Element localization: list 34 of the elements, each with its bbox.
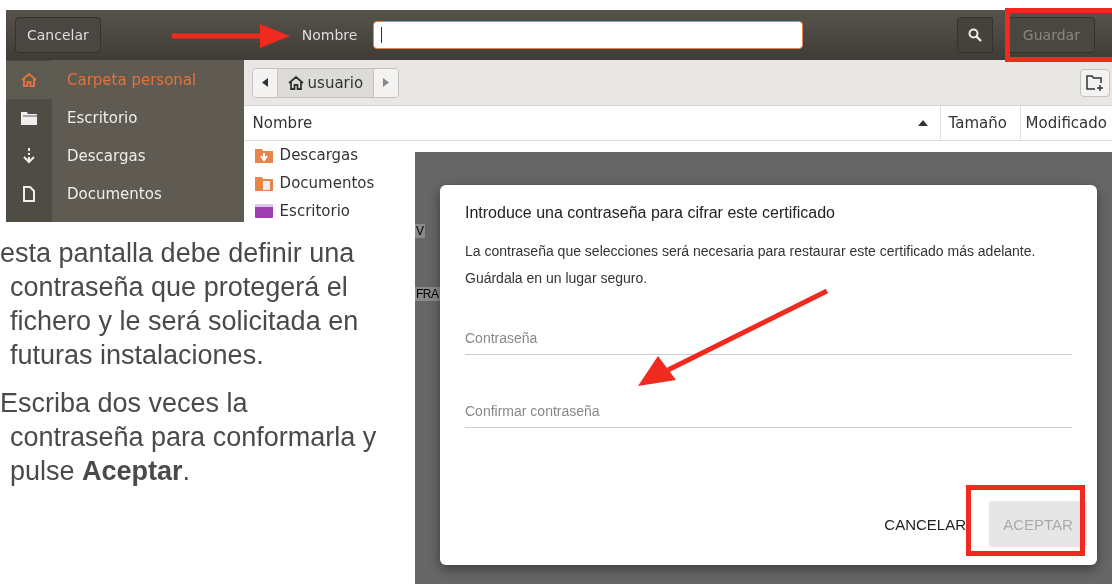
search-button[interactable] (957, 17, 994, 53)
forward-button[interactable] (374, 68, 399, 97)
dialog-title: Introduce una contraseña para cifrar este certificado (465, 204, 836, 222)
cancel-button[interactable]: Cancelar (15, 17, 101, 53)
name-label: Nombre (301, 27, 358, 43)
desktop-folder-icon (254, 203, 273, 219)
sidebar-item[interactable]: Descargas (6, 137, 244, 175)
sidebar-item[interactable]: Escritorio (6, 99, 244, 137)
new-folder-button[interactable] (1080, 68, 1110, 97)
background-text: FRA (415, 287, 440, 301)
name-input-field[interactable] (373, 21, 804, 49)
folder-plus-icon (1086, 74, 1104, 91)
dialog-button[interactable]: CANCELAR (873, 501, 977, 547)
document-icon (23, 186, 35, 202)
download-arrow-icon (22, 148, 36, 164)
file-name[interactable]: Escritorio (279, 202, 351, 220)
instruction-text: Escriba dos veces la contraseña para conformarla y pulse Aceptar. (0, 387, 378, 488)
sidebar-item[interactable]: Documentos (6, 175, 244, 213)
right-triangle-icon (383, 78, 390, 87)
folder-document-icon (254, 175, 273, 191)
folder-icon (21, 111, 37, 125)
left-triangle-icon (261, 78, 268, 87)
back-button[interactable] (252, 68, 277, 97)
instruction-text: esta pantalla debe definir una contraseña que protegerá el fichero y le será solicitada en futuras instalaciones. (0, 237, 360, 372)
background-text: V (415, 224, 425, 238)
home-icon (21, 72, 37, 88)
folder-download-icon (254, 147, 273, 163)
sort-up-icon (917, 120, 928, 126)
path-segment[interactable]: usuario (276, 68, 375, 97)
home-icon (287, 75, 304, 90)
search-icon (968, 28, 983, 42)
file-name[interactable]: Descargas (279, 146, 359, 164)
dialog-message: La contraseña que selecciones será necesaria para restaurar este certificado más adelante. Guárdala en un lugar seguro. (465, 242, 1037, 288)
file-name[interactable]: Documentos (279, 174, 375, 192)
